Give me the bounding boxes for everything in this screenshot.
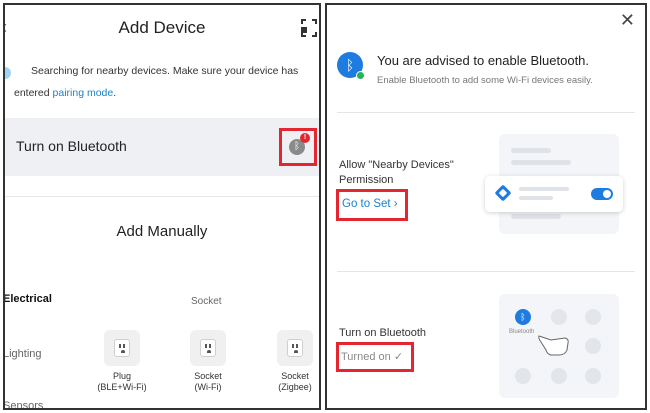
illustration-bluetooth-label: Bluetooth [509,329,535,335]
search-text: Searching for nearby devices. Make sure … [31,65,299,77]
permission-label: Allow "Nearby Devices" [339,159,454,171]
category-sensors[interactable]: Sensors [5,400,43,408]
hand-pointer-icon [538,335,569,356]
enable-bluetooth-dialog: ✕ ᛒ You are advised to enable Bluetooth.… [325,3,647,410]
search-text-line2: entered pairing mode. [14,87,117,99]
plug-icon [104,330,140,366]
status-dot-icon [356,71,365,80]
device-type: (BLE+Wi-Fi) [97,382,147,392]
header: ‹ Add Device [5,5,319,51]
socket-icon [277,330,313,366]
dialog-title: You are advised to enable Bluetooth. [377,53,590,68]
turned-on-highlight-box: Turned on ✓ [336,342,414,372]
turn-on-bluetooth-row[interactable]: Turn on Bluetooth ᛒ ! [5,118,319,176]
check-icon: ✓ [393,351,404,363]
device-item-socket-wifi[interactable]: Socket (Wi-Fi) [173,330,243,393]
category-electrical[interactable]: Electrical [5,293,52,305]
go-to-set-highlight-box[interactable]: Go to Set › [336,189,408,221]
bluetooth-icon: ᛒ [515,309,531,325]
close-icon[interactable]: ✕ [620,10,635,31]
bluetooth-highlight-box[interactable]: ᛒ ! [279,128,317,166]
category-lighting[interactable]: Lighting [5,348,42,360]
scan-icon[interactable] [301,19,317,37]
bluetooth-illustration: ᛒ Bluetooth [499,294,619,398]
device-type: (Zigbee) [278,382,312,392]
device-name: Plug [112,371,131,381]
device-item-socket-zigbee[interactable]: Socket (Zigbee) [260,330,319,393]
device-name: Socket [194,371,222,381]
divider [337,271,635,272]
device-item-plug-ble-wifi[interactable]: Plug (BLE+Wi-Fi) [87,330,157,393]
device-type: (Wi-Fi) [194,382,222,392]
bluetooth-row-label: Turn on Bluetooth [16,138,127,154]
go-to-set-link[interactable]: Go to Set › [342,198,398,210]
divider [5,196,319,197]
add-manually-title: Add Manually [116,223,208,240]
page-title: Add Device [118,18,206,37]
socket-icon [190,330,226,366]
pairing-mode-link[interactable]: pairing mode [53,87,114,99]
section-label: Socket [191,296,222,307]
device-name: Socket [281,371,309,381]
turn-on-bluetooth-label: Turn on Bluetooth [339,327,427,339]
dialog-subtitle: Enable Bluetooth to add some Wi-Fi devic… [377,75,593,86]
searching-indicator-icon [5,67,11,79]
turned-on-status: Turned on ✓ [341,351,404,363]
permission-label-line2: Permission [339,174,394,186]
alert-badge: ! [300,133,310,143]
nearby-devices-icon [494,184,512,202]
divider [337,112,635,113]
add-device-panel: ‹ Add Device Searching for nearby device… [3,3,321,410]
toggle-icon [591,188,613,200]
nearby-devices-toggle-illustration [485,176,623,212]
chevron-right-icon: › [393,198,398,210]
